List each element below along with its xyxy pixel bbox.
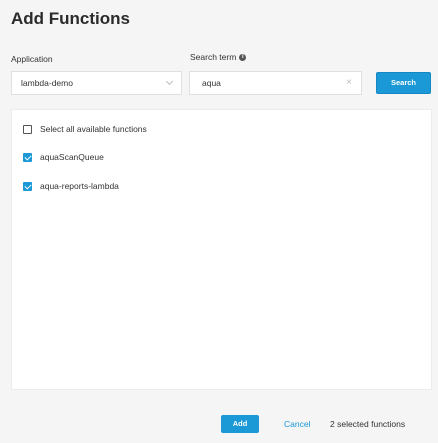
list-item[interactable]: aqua-reports-lambda xyxy=(23,181,119,191)
select-all-label: Select all available functions xyxy=(40,124,147,134)
search-term-label-group: Search term i xyxy=(190,52,247,62)
search-button[interactable]: Search xyxy=(376,72,431,94)
search-term-label: Search term xyxy=(190,52,237,62)
application-select[interactable]: lambda-demo xyxy=(11,71,182,95)
selected-count: 2 selected functions xyxy=(330,419,406,429)
close-icon[interactable]: × xyxy=(346,72,352,94)
select-all-checkbox[interactable] xyxy=(23,124,32,134)
function-checkbox[interactable] xyxy=(23,152,32,162)
search-input-value: aqua xyxy=(202,78,221,88)
list-item[interactable]: aquaScanQueue xyxy=(23,152,104,162)
functions-list: Select all available functions aquaScanQ… xyxy=(11,109,432,390)
application-label: Application xyxy=(11,54,53,64)
search-input[interactable]: aqua × xyxy=(189,71,362,95)
function-label: aqua-reports-lambda xyxy=(40,181,119,191)
dialog-title: Add Functions xyxy=(11,9,130,28)
application-select-value: lambda-demo xyxy=(21,78,73,88)
function-checkbox[interactable] xyxy=(23,181,32,191)
cancel-link[interactable]: Cancel xyxy=(284,419,310,429)
function-label: aquaScanQueue xyxy=(40,152,104,162)
chevron-down-icon xyxy=(165,77,174,86)
info-icon[interactable]: i xyxy=(239,53,247,61)
add-button[interactable]: Add xyxy=(221,415,259,433)
select-all-row[interactable]: Select all available functions xyxy=(23,124,147,134)
